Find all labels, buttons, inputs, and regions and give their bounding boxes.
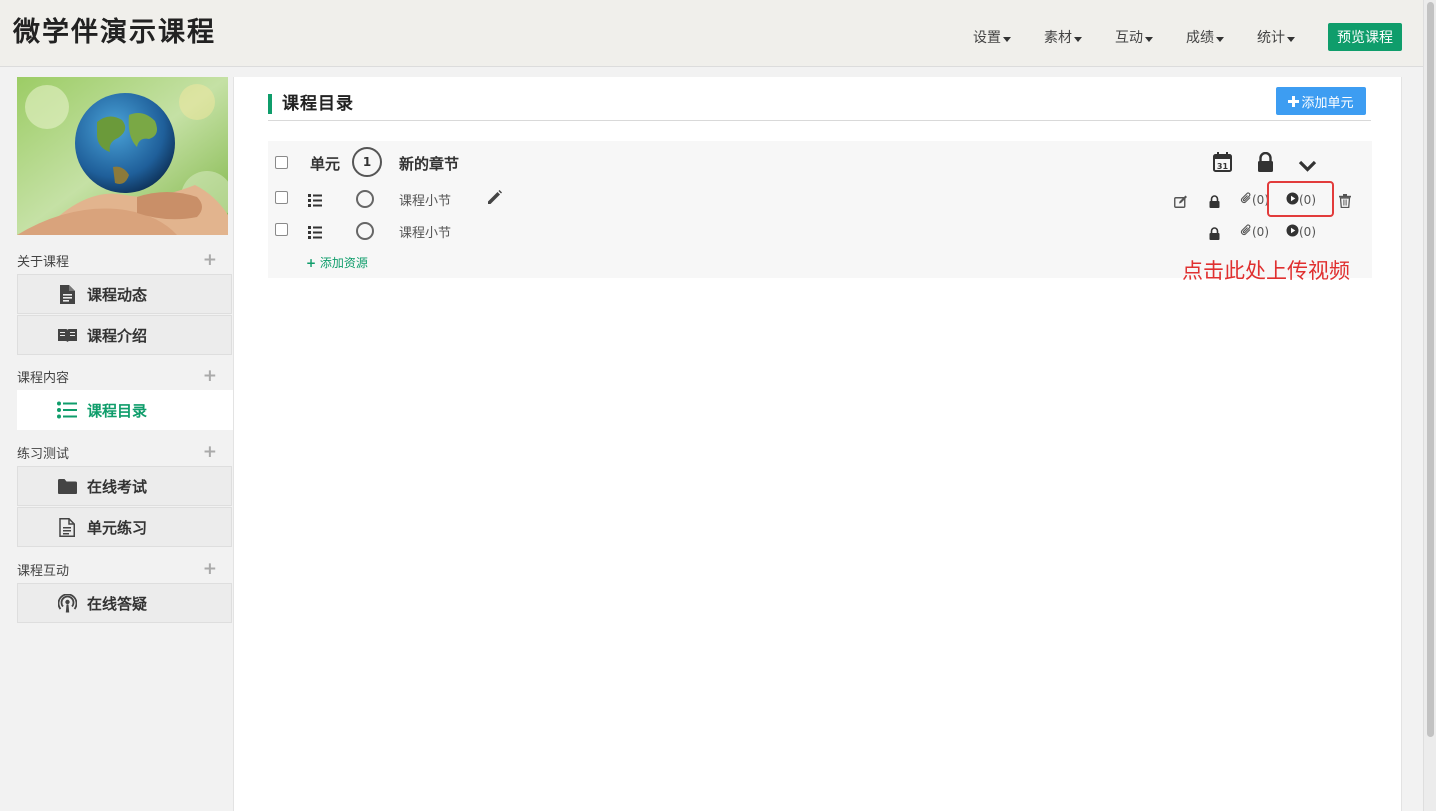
add-unit-button[interactable]: 添加单元 bbox=[1276, 87, 1366, 115]
sidebar-item-online-exam[interactable]: 在线考试 bbox=[17, 466, 232, 506]
section-practice-test: 练习测试 + bbox=[17, 439, 233, 465]
sidebar-item-course-intro[interactable]: 课程介绍 bbox=[17, 315, 232, 355]
lesson-checkbox[interactable] bbox=[275, 191, 288, 204]
attachment-count[interactable]: (0) bbox=[1240, 224, 1269, 239]
site-title: 微学伴演示课程 bbox=[13, 17, 216, 48]
section-course-content: 课程内容 + bbox=[17, 363, 233, 389]
sidebar-item-label: 单元练习 bbox=[87, 518, 148, 537]
nav-label: 设置 bbox=[973, 30, 1001, 46]
nav-settings-menu[interactable]: 设置 bbox=[973, 27, 1011, 47]
list-icon bbox=[57, 400, 77, 420]
pencil-icon[interactable] bbox=[486, 189, 503, 210]
nav-label: 素材 bbox=[1044, 30, 1072, 46]
lesson-title[interactable]: 课程小节 bbox=[399, 222, 451, 241]
top-nav: 设置 素材 互动 成绩 统计 预览课程 bbox=[973, 23, 1423, 51]
nav-interaction-menu[interactable]: 互动 bbox=[1115, 27, 1153, 47]
lesson-title[interactable]: 课程小节 bbox=[399, 190, 451, 209]
page-scrollbar[interactable] bbox=[1423, 0, 1436, 811]
lesson-radio[interactable] bbox=[356, 190, 374, 208]
video-upload-highlight-box bbox=[1267, 181, 1334, 217]
nav-materials-menu[interactable]: 素材 bbox=[1044, 27, 1082, 47]
lesson-radio[interactable] bbox=[356, 222, 374, 240]
attachment-count[interactable]: (0) bbox=[1240, 192, 1269, 207]
book-icon bbox=[57, 325, 77, 345]
chevron-down-icon[interactable] bbox=[1298, 157, 1317, 176]
caret-down-icon bbox=[1074, 36, 1082, 42]
play-circle-icon bbox=[1286, 224, 1299, 240]
section-title: 关于课程 bbox=[17, 254, 70, 270]
unit-checkbox[interactable] bbox=[275, 156, 288, 169]
caret-down-icon bbox=[1145, 36, 1153, 42]
podcast-icon bbox=[57, 593, 77, 613]
section-title: 课程内容 bbox=[17, 370, 70, 386]
nav-label: 统计 bbox=[1257, 30, 1285, 46]
sidebar-item-course-catalog[interactable]: 课程目录 bbox=[17, 390, 233, 430]
sidebar-item-unit-practice[interactable]: 单元练习 bbox=[17, 507, 232, 547]
sidebar: 关于课程 + 课程动态 课程介绍 课程内容 + 课程目录 练习测试 + 在线考试 bbox=[17, 77, 233, 623]
trash-icon[interactable] bbox=[1339, 193, 1351, 212]
expand-plus-icon[interactable]: + bbox=[203, 559, 217, 579]
calendar-icon[interactable]: 31 bbox=[1213, 152, 1232, 176]
attachment-count-value: (0) bbox=[1252, 224, 1269, 239]
top-header: 微学伴演示课程 设置 素材 互动 成绩 统计 预览课程 bbox=[0, 0, 1423, 67]
unit-label: 单元 bbox=[310, 155, 341, 173]
chapter-title[interactable]: 新的章节 bbox=[399, 153, 459, 174]
section-title: 练习测试 bbox=[17, 446, 70, 462]
lock-icon[interactable] bbox=[1209, 225, 1220, 244]
sidebar-item-label: 在线答疑 bbox=[87, 594, 148, 613]
sidebar-item-course-news[interactable]: 课程动态 bbox=[17, 274, 232, 314]
add-unit-label: 添加单元 bbox=[1301, 95, 1354, 111]
svg-text:31: 31 bbox=[1217, 162, 1229, 171]
lock-icon[interactable] bbox=[1257, 151, 1274, 176]
edit-icon[interactable] bbox=[1174, 193, 1188, 212]
section-title: 课程互动 bbox=[17, 563, 70, 579]
sidebar-item-label: 课程目录 bbox=[87, 401, 148, 420]
page-title: 课程目录 bbox=[268, 94, 354, 114]
list-icon[interactable] bbox=[308, 224, 322, 243]
nav-statistics-menu[interactable]: 统计 bbox=[1257, 27, 1295, 47]
nav-label: 成绩 bbox=[1186, 30, 1214, 46]
document-icon bbox=[57, 284, 77, 304]
caret-down-icon bbox=[1287, 36, 1295, 42]
caret-down-icon bbox=[1003, 36, 1011, 42]
scrollbar-thumb[interactable] bbox=[1427, 2, 1434, 737]
add-resource-link[interactable]: + 添加资源 bbox=[306, 254, 368, 271]
lesson-checkbox[interactable] bbox=[275, 223, 288, 236]
sidebar-item-online-qa[interactable]: 在线答疑 bbox=[17, 583, 232, 623]
title-divider bbox=[268, 120, 1371, 121]
expand-plus-icon[interactable]: + bbox=[203, 366, 217, 386]
course-cover-image bbox=[17, 77, 228, 235]
video-count[interactable]: (0) bbox=[1286, 224, 1316, 240]
file-icon bbox=[57, 517, 77, 537]
nav-label: 互动 bbox=[1115, 30, 1143, 46]
list-icon[interactable] bbox=[308, 192, 322, 211]
unit-number-badge: 1 bbox=[352, 147, 382, 177]
nav-grades-menu[interactable]: 成绩 bbox=[1186, 27, 1224, 47]
plus-icon bbox=[1288, 95, 1300, 107]
sidebar-item-label: 在线考试 bbox=[87, 477, 148, 496]
main-panel: 课程目录 添加单元 单元 1 新的章节 31 课程小节 (0) (0) 课程小节… bbox=[233, 77, 1402, 811]
folder-icon bbox=[57, 476, 77, 496]
sidebar-item-label: 课程动态 bbox=[87, 285, 148, 304]
sidebar-item-label: 课程介绍 bbox=[87, 326, 148, 345]
video-count-value: (0) bbox=[1299, 225, 1316, 239]
add-resource-label: 添加资源 bbox=[319, 256, 368, 270]
section-course-interaction: 课程互动 + bbox=[17, 556, 233, 582]
preview-course-button[interactable]: 预览课程 bbox=[1328, 23, 1402, 51]
expand-plus-icon[interactable]: + bbox=[203, 250, 217, 270]
lock-icon[interactable] bbox=[1209, 193, 1220, 212]
paperclip-icon bbox=[1240, 224, 1252, 239]
plus-icon: + bbox=[306, 256, 317, 270]
paperclip-icon bbox=[1240, 192, 1252, 207]
caret-down-icon bbox=[1216, 36, 1224, 42]
upload-video-annotation: 点击此处上传视频 bbox=[1182, 259, 1350, 283]
expand-plus-icon[interactable]: + bbox=[203, 442, 217, 462]
section-about-course: 关于课程 + bbox=[17, 247, 233, 273]
